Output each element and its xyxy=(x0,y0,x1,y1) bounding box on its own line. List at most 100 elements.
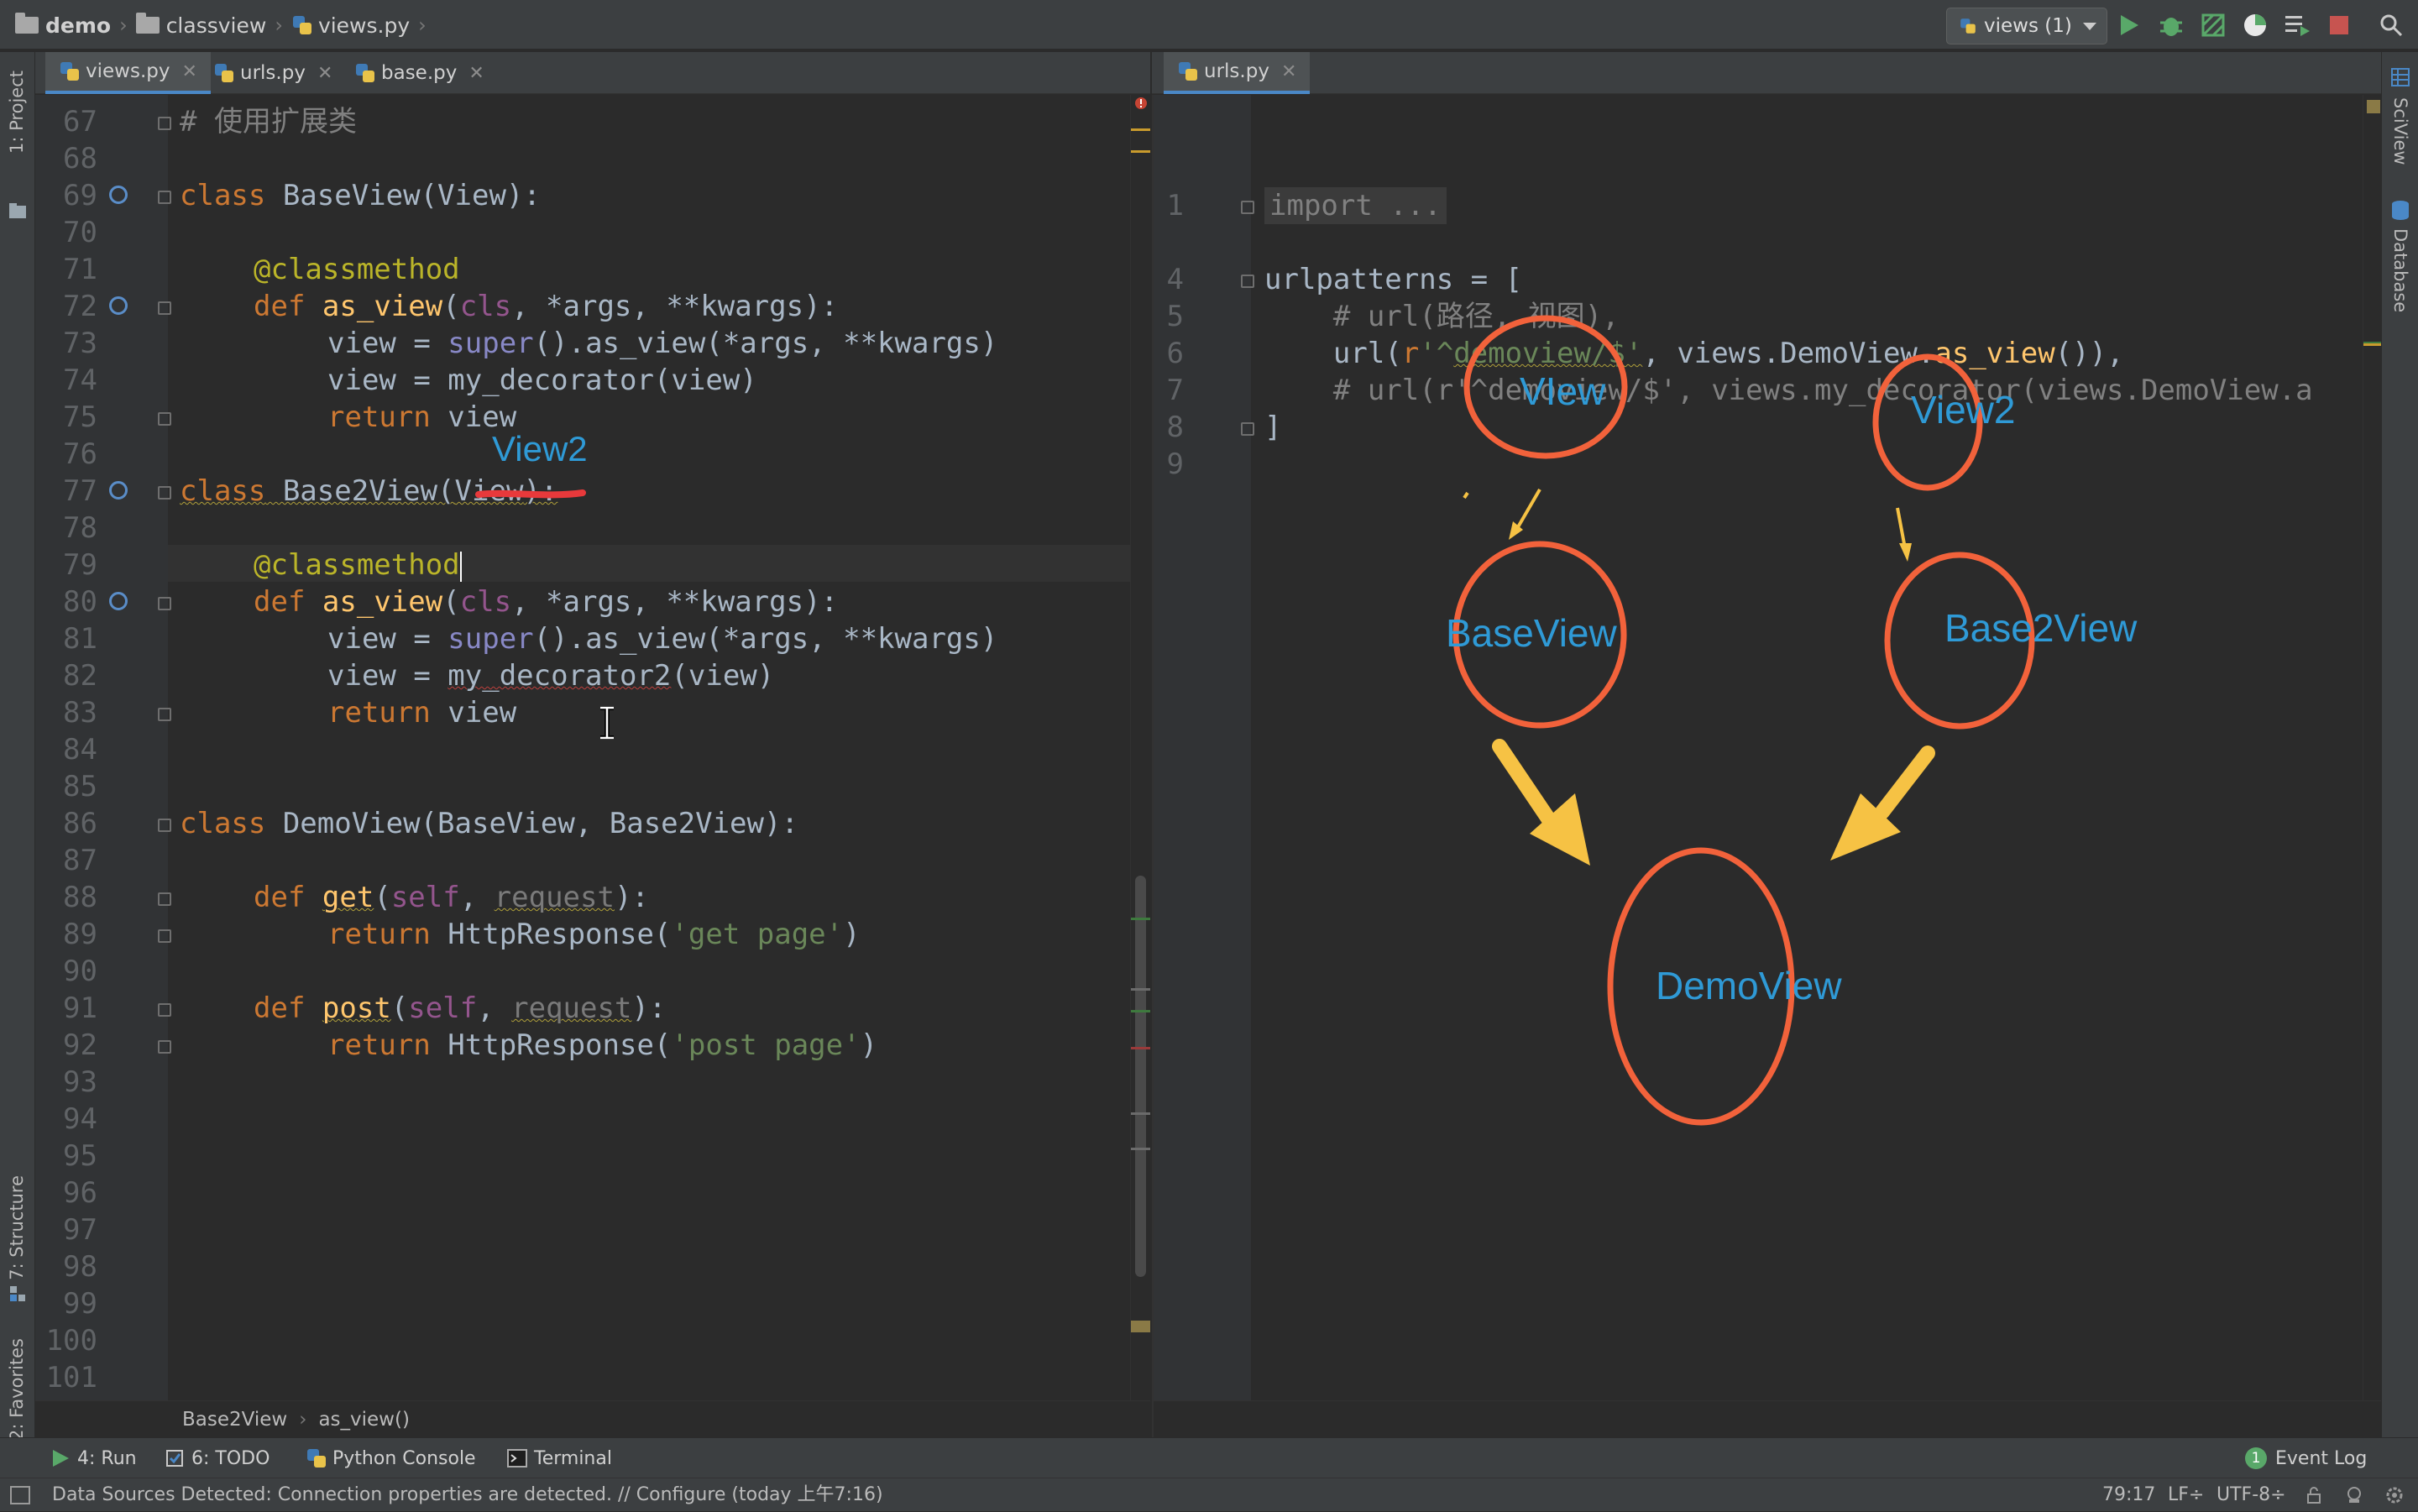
tab-label: base.py xyxy=(381,62,458,84)
lock-icon[interactable] xyxy=(2305,1487,2322,1504)
breadcrumb-method[interactable]: as_view() xyxy=(318,1409,410,1431)
tool-terminal[interactable]: Terminal xyxy=(507,1438,612,1478)
line-number: 71 xyxy=(63,253,97,286)
arrow-baseview-to-demoview xyxy=(1492,739,1556,826)
line-number: 97 xyxy=(63,1213,97,1247)
python-file-icon xyxy=(354,62,376,84)
caret-position[interactable]: 79:17 xyxy=(2102,1478,2155,1512)
fold-toggle-icon[interactable] xyxy=(158,819,171,832)
fold-toggle-icon[interactable] xyxy=(158,1003,171,1017)
scroll-thumb[interactable] xyxy=(1135,876,1146,1277)
stop-button[interactable] xyxy=(2324,10,2354,40)
tab-urls-py[interactable]: urls.py ✕ xyxy=(200,52,346,94)
code-line: @classmethod xyxy=(254,253,460,286)
change-stripe xyxy=(1131,1148,1150,1150)
line-number: 96 xyxy=(63,1176,97,1210)
left-code-editor[interactable]: 67 68 69 70 71 72 73 74 75 76 77 78 79 80 81 82 83 84 85 86… xyxy=(35,95,1150,1400)
tool-python-console[interactable]: Python Console xyxy=(306,1438,476,1478)
fold-toggle-icon[interactable] xyxy=(158,412,171,426)
debug-button[interactable] xyxy=(2156,10,2186,40)
override-marker-icon[interactable] xyxy=(109,481,128,500)
breadcrumb-project[interactable]: demo xyxy=(45,13,111,38)
stop-icon xyxy=(2330,16,2348,34)
text-cursor-icon xyxy=(600,706,614,740)
tool-todo[interactable]: 6: TODO xyxy=(165,1438,270,1478)
left-editor-scrollbar[interactable] xyxy=(1130,95,1150,1400)
code-line: class DemoView(BaseView, Base2View): xyxy=(180,807,798,840)
tool-tab-project[interactable]: 1: Project xyxy=(7,71,27,154)
right-editor-scrollbar[interactable] xyxy=(2363,95,2381,1400)
fold-toggle-icon[interactable] xyxy=(158,929,171,943)
close-icon[interactable]: ✕ xyxy=(317,63,332,84)
override-marker-icon[interactable] xyxy=(109,592,128,610)
line-number: 100 xyxy=(45,1324,97,1358)
fold-toggle-icon[interactable] xyxy=(158,1040,171,1054)
tool-tab-structure[interactable]: 7: Structure xyxy=(7,1175,27,1280)
right-code-editor[interactable]: 1456789 import ... urlpatterns = [ # url… xyxy=(1152,95,2381,1400)
tool-tab-database[interactable]: Database xyxy=(2390,228,2410,312)
line-number: 82 xyxy=(63,659,97,693)
inspection-status-icon xyxy=(2367,100,2380,113)
chevron-down-icon xyxy=(2083,22,2096,30)
line-number: 89 xyxy=(63,918,97,951)
file-encoding[interactable]: UTF-8÷ xyxy=(2216,1478,2286,1512)
database-icon xyxy=(2392,201,2409,220)
tool-event-log[interactable]: 1 Event Log xyxy=(2245,1438,2367,1478)
fold-toggle-icon[interactable] xyxy=(158,708,171,721)
settings-icon[interactable] xyxy=(2384,1485,2405,1505)
breadcrumb-class[interactable]: Base2View xyxy=(182,1409,287,1431)
tab-label: urls.py xyxy=(240,62,306,84)
line-number: 85 xyxy=(63,770,97,803)
tab-urls-py-right[interactable]: urls.py ✕ xyxy=(1164,52,1311,94)
coverage-button[interactable] xyxy=(2198,10,2228,40)
fold-toggle-icon[interactable] xyxy=(158,301,171,315)
code-line: return view xyxy=(327,696,517,730)
annotation-view2: View2 xyxy=(1911,388,2016,432)
run-concurrency-button[interactable] xyxy=(2282,10,2312,40)
line-number: 77 xyxy=(63,474,97,508)
arrow-tick xyxy=(1463,491,1469,500)
tool-event-log-label: Event Log xyxy=(2275,1447,2368,1469)
arrow-view2-to-base2view xyxy=(1896,507,1907,549)
line-separator[interactable]: LF÷ xyxy=(2168,1478,2204,1512)
close-icon[interactable]: ✕ xyxy=(181,61,196,82)
line-number: 80 xyxy=(63,585,97,619)
breadcrumb-file[interactable]: views.py xyxy=(318,13,410,38)
tool-tab-sciview[interactable]: SciView xyxy=(2390,97,2410,165)
fold-toggle-icon[interactable] xyxy=(158,191,171,204)
chevron-right-icon: › xyxy=(275,13,283,37)
tool-window-bar: 4: Run 6: TODO Python Console Terminal 1… xyxy=(0,1437,2418,1478)
line-number: 88 xyxy=(63,881,97,914)
inspector-icon[interactable] xyxy=(2344,1485,2364,1505)
close-icon[interactable]: ✕ xyxy=(1281,61,1296,82)
tab-base-py[interactable]: base.py ✕ xyxy=(341,52,498,94)
line-number: 78 xyxy=(63,511,97,545)
tool-todo-label: 6: TODO xyxy=(191,1447,270,1469)
warning-stripe xyxy=(1131,128,1150,131)
search-everywhere-button[interactable] xyxy=(2376,10,2406,40)
text-caret xyxy=(459,551,462,582)
fold-toggle-icon[interactable] xyxy=(158,486,171,500)
search-icon xyxy=(2380,14,2403,37)
arrow-base2view-to-demoview xyxy=(1875,746,1935,819)
run-configuration-select[interactable]: views (1) xyxy=(1946,8,2107,44)
fold-toggle-icon[interactable] xyxy=(158,892,171,906)
run-button[interactable] xyxy=(2114,10,2144,40)
fold-toggle-icon[interactable] xyxy=(158,117,171,130)
status-message[interactable]: Data Sources Detected: Connection proper… xyxy=(52,1478,883,1512)
fold-toggle-icon[interactable] xyxy=(158,597,171,610)
annotation-base2view: Base2View xyxy=(1944,606,2138,650)
breadcrumb-folder[interactable]: classview xyxy=(166,13,267,38)
tool-tab-favorites[interactable]: 2: Favorites xyxy=(7,1338,27,1441)
tool-windows-toggle-icon[interactable] xyxy=(10,1486,30,1504)
override-marker-icon[interactable] xyxy=(109,296,128,315)
tab-label: urls.py xyxy=(1204,60,1269,82)
override-marker-icon[interactable] xyxy=(109,186,128,204)
line-number: 68 xyxy=(63,142,97,175)
tab-views-py[interactable]: views.py ✕ xyxy=(45,52,211,94)
tool-run[interactable]: 4: Run xyxy=(50,1438,137,1478)
structure-icon xyxy=(10,1286,25,1301)
profile-button[interactable] xyxy=(2240,10,2270,40)
navigation-bar: demo › classview › views.py › views (1) xyxy=(0,0,2418,50)
close-icon[interactable]: ✕ xyxy=(468,63,484,84)
